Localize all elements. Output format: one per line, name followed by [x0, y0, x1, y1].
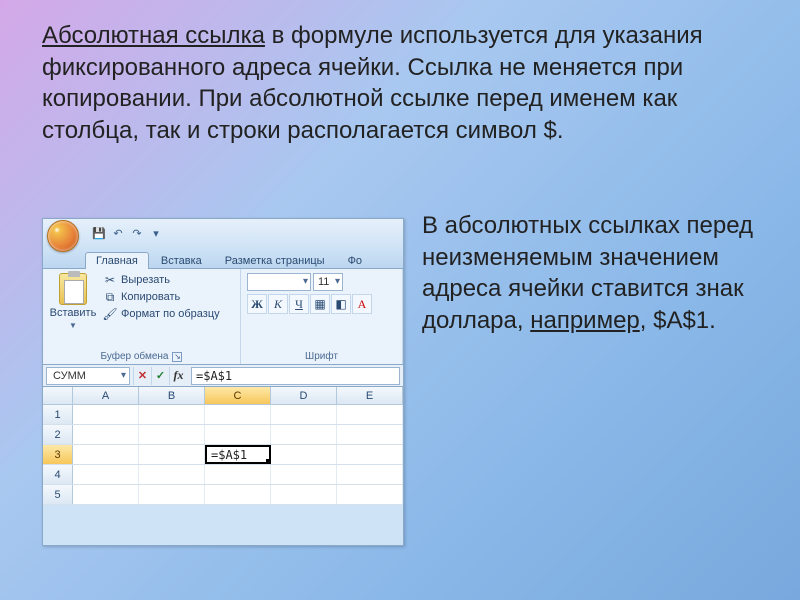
grid-row-3: 3 =$A$1 — [43, 445, 403, 465]
cell-A5[interactable] — [73, 485, 139, 504]
fill-color-button[interactable]: ◧ — [331, 294, 351, 314]
excel-window: 💾 ↶ ↷ ▾ Главная Вставка Разметка страниц… — [42, 218, 404, 546]
ribbon: Вставить ▼ ✂ Вырезать ⧉ Копировать 🖌 Фор… — [43, 269, 403, 365]
office-button[interactable] — [47, 220, 79, 252]
cell-D1[interactable] — [271, 405, 337, 424]
grid-row-4: 4 — [43, 465, 403, 485]
col-header-B[interactable]: B — [139, 387, 205, 404]
cell-A3[interactable] — [73, 445, 139, 464]
cut-button[interactable]: ✂ Вырезать — [103, 273, 220, 287]
paste-icon — [59, 273, 87, 305]
row-header-4[interactable]: 4 — [43, 465, 73, 484]
group-font: 11 Ж К Ч ▦ ◧ A Шрифт — [241, 269, 403, 364]
grid-row-1: 1 — [43, 405, 403, 425]
cell-D5[interactable] — [271, 485, 337, 504]
brush-icon: 🖌 — [103, 307, 117, 321]
ribbon-tabs: Главная Вставка Разметка страницы Фо — [43, 247, 403, 269]
slide-side-paragraph: В абсолютных ссылках перед неизменяемым … — [422, 210, 762, 337]
cell-C3-active[interactable]: =$A$1 — [205, 445, 271, 464]
italic-button[interactable]: К — [268, 294, 288, 314]
cell-C2[interactable] — [205, 425, 271, 444]
fx-icon[interactable]: fx — [169, 367, 187, 385]
cell-B3[interactable] — [139, 445, 205, 464]
cell-E5[interactable] — [337, 485, 403, 504]
cell-B2[interactable] — [139, 425, 205, 444]
border-button[interactable]: ▦ — [310, 294, 330, 314]
qat-dropdown-icon[interactable]: ▾ — [148, 225, 164, 241]
paste-label: Вставить — [50, 307, 97, 319]
underline-button[interactable]: Ч — [289, 294, 309, 314]
tab-formulas[interactable]: Фо — [337, 252, 373, 269]
cell-E4[interactable] — [337, 465, 403, 484]
excel-titlebar: 💾 ↶ ↷ ▾ — [43, 219, 403, 247]
tab-insert[interactable]: Вставка — [150, 252, 213, 269]
row-header-5[interactable]: 5 — [43, 485, 73, 504]
col-header-E[interactable]: E — [337, 387, 403, 404]
cell-D4[interactable] — [271, 465, 337, 484]
intro-term: Абсолютная ссылка — [42, 22, 265, 49]
row-header-1[interactable]: 1 — [43, 405, 73, 424]
quick-access-toolbar: 💾 ↶ ↷ ▾ — [91, 225, 164, 241]
col-header-D[interactable]: D — [271, 387, 337, 404]
cell-A1[interactable] — [73, 405, 139, 424]
slide-intro-paragraph: Абсолютная ссылка в формуле используется… — [42, 20, 762, 147]
clipboard-group-label: Буфер обмена — [101, 351, 169, 362]
copy-icon: ⧉ — [103, 290, 117, 304]
cell-D2[interactable] — [271, 425, 337, 444]
font-name-dropdown[interactable] — [247, 273, 311, 291]
formula-bar: СУММ ✕ ✓ fx =$A$1 — [43, 365, 403, 387]
formula-input[interactable]: =$A$1 — [191, 367, 400, 385]
font-size-dropdown[interactable]: 11 — [313, 273, 343, 291]
cell-E3[interactable] — [337, 445, 403, 464]
enter-icon[interactable]: ✓ — [151, 367, 169, 385]
copy-label: Копировать — [121, 291, 180, 303]
cancel-icon[interactable]: ✕ — [133, 367, 151, 385]
scissors-icon: ✂ — [103, 273, 117, 287]
select-all-corner[interactable] — [43, 387, 73, 404]
tab-page-layout[interactable]: Разметка страницы — [214, 252, 336, 269]
paste-button[interactable]: Вставить ▼ — [49, 273, 97, 330]
name-box[interactable]: СУММ — [46, 367, 130, 385]
cell-B5[interactable] — [139, 485, 205, 504]
dialog-launcher-icon[interactable]: ↘ — [172, 352, 182, 362]
cell-B4[interactable] — [139, 465, 205, 484]
cell-A2[interactable] — [73, 425, 139, 444]
col-header-A[interactable]: A — [73, 387, 139, 404]
copy-button[interactable]: ⧉ Копировать — [103, 290, 220, 304]
cell-C4[interactable] — [205, 465, 271, 484]
grid-row-5: 5 — [43, 485, 403, 505]
format-painter-label: Формат по образцу — [121, 308, 220, 320]
font-group-label: Шрифт — [305, 351, 338, 362]
row-header-2[interactable]: 2 — [43, 425, 73, 444]
undo-icon[interactable]: ↶ — [110, 225, 126, 241]
column-headers: A B C D E — [43, 387, 403, 405]
cell-B1[interactable] — [139, 405, 205, 424]
side-example-word: например — [530, 307, 640, 334]
cell-C1[interactable] — [205, 405, 271, 424]
cell-C5[interactable] — [205, 485, 271, 504]
grid-row-2: 2 — [43, 425, 403, 445]
redo-icon[interactable]: ↷ — [129, 225, 145, 241]
cell-E1[interactable] — [337, 405, 403, 424]
tab-home[interactable]: Главная — [85, 252, 149, 269]
cell-D3[interactable] — [271, 445, 337, 464]
format-painter-button[interactable]: 🖌 Формат по образцу — [103, 307, 220, 321]
cell-A4[interactable] — [73, 465, 139, 484]
side-after: , $A$1. — [640, 307, 716, 334]
group-clipboard: Вставить ▼ ✂ Вырезать ⧉ Копировать 🖌 Фор… — [43, 269, 241, 364]
worksheet-grid[interactable]: A B C D E 1 2 3 =$A$1 — [43, 387, 403, 505]
font-color-button[interactable]: A — [352, 294, 372, 314]
chevron-down-icon: ▼ — [69, 321, 77, 330]
col-header-C[interactable]: C — [205, 387, 271, 404]
save-icon[interactable]: 💾 — [91, 225, 107, 241]
row-header-3[interactable]: 3 — [43, 445, 73, 464]
cut-label: Вырезать — [121, 274, 170, 286]
cell-E2[interactable] — [337, 425, 403, 444]
bold-button[interactable]: Ж — [247, 294, 267, 314]
